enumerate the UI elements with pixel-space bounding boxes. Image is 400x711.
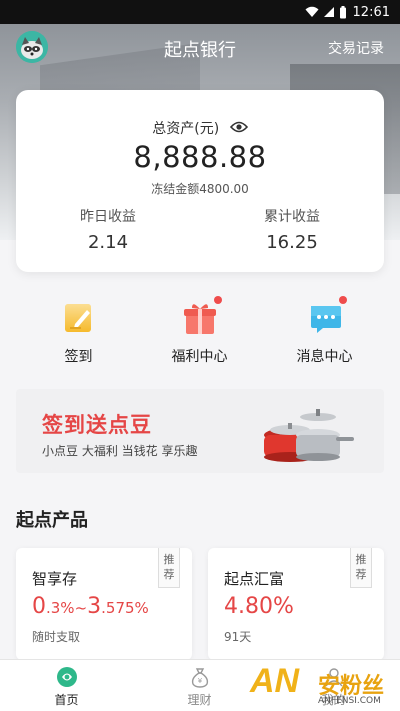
tab-finance[interactable]: ¥ 理财 <box>133 666 266 708</box>
frozen-amount: 冻结金额4800.00 <box>151 182 249 196</box>
eye-icon[interactable] <box>229 121 248 137</box>
total-assets-value: 8,888.88 <box>133 140 267 174</box>
total-assets-label-row: 总资产(元) <box>16 118 384 138</box>
message-badge <box>338 296 347 304</box>
home-icon <box>56 666 78 688</box>
checkin-button[interactable]: 签到 <box>12 300 145 366</box>
signal-icon <box>323 7 334 17</box>
banner-subtitle: 小点豆 大福利 当钱花 享乐趣 <box>42 444 198 458</box>
product-note: 91天 <box>224 630 252 644</box>
watermark-logo: AN <box>250 662 300 700</box>
product-rate: 0.3%~3.575% <box>32 594 149 619</box>
clock: 12:61 <box>352 4 390 20</box>
recommend-tag: 推荐 <box>158 548 180 588</box>
tab-home[interactable]: 首页 <box>0 666 133 708</box>
product-card-zhixiangcun[interactable]: 智享存 0.3%~3.575% 随时支取 推荐 <box>16 548 192 660</box>
product-rate: 4.80% <box>224 594 294 619</box>
cumulative-income-label: 累计收益 <box>264 209 320 225</box>
battery-icon <box>339 5 346 18</box>
product-name: 起点汇富 <box>224 570 285 588</box>
site-watermark: AN 安粉丝 ANFENSI.COM <box>248 660 398 710</box>
products-section-title: 起点产品 <box>16 510 88 531</box>
welfare-badge <box>213 296 222 304</box>
transaction-records-link[interactable]: 交易记录 <box>328 38 384 58</box>
cumulative-income[interactable]: 累计收益 16.25 <box>200 206 384 253</box>
recommend-tag: 推荐 <box>350 548 372 588</box>
banner-title: 签到送点豆 <box>42 413 152 437</box>
welfare-center-label: 福利中心 <box>171 349 228 365</box>
cumulative-income-value: 16.25 <box>266 232 318 253</box>
cookware-illustration-icon <box>264 409 354 462</box>
message-icon <box>307 296 347 336</box>
welfare-center-button[interactable]: 福利中心 <box>133 296 266 366</box>
money-bag-icon: ¥ <box>189 666 211 688</box>
message-center-button[interactable]: 消息中心 <box>258 296 391 366</box>
yesterday-income[interactable]: 昨日收益 2.14 <box>16 206 200 253</box>
asset-card: 总资产(元) 8,888.88 冻结金额4800.00 昨日收益 2.14 累计… <box>16 90 384 272</box>
tab-finance-label: 理财 <box>187 693 212 707</box>
nav-bar: 起点银行 交易记录 <box>0 24 400 70</box>
gift-icon <box>182 296 222 336</box>
yesterday-income-value: 2.14 <box>87 232 129 253</box>
tab-home-label: 首页 <box>54 693 79 707</box>
svg-text:¥: ¥ <box>197 677 202 685</box>
message-center-label: 消息中心 <box>296 349 353 365</box>
wifi-icon <box>305 6 319 17</box>
product-card-qidianhuifu[interactable]: 起点汇富 4.80% 91天 推荐 <box>208 548 384 660</box>
pencil-note-icon <box>61 300 97 336</box>
product-name: 智享存 <box>32 570 78 588</box>
product-note: 随时支取 <box>32 630 81 644</box>
yesterday-income-label: 昨日收益 <box>80 209 136 225</box>
checkin-banner[interactable]: 签到送点豆 小点豆 大福利 当钱花 享乐趣 <box>16 389 384 473</box>
watermark-url: ANFENSI.COM <box>318 696 381 706</box>
checkin-label: 签到 <box>64 349 93 365</box>
total-assets-label: 总资产(元) <box>152 121 220 137</box>
status-bar: 12:61 <box>0 0 400 24</box>
